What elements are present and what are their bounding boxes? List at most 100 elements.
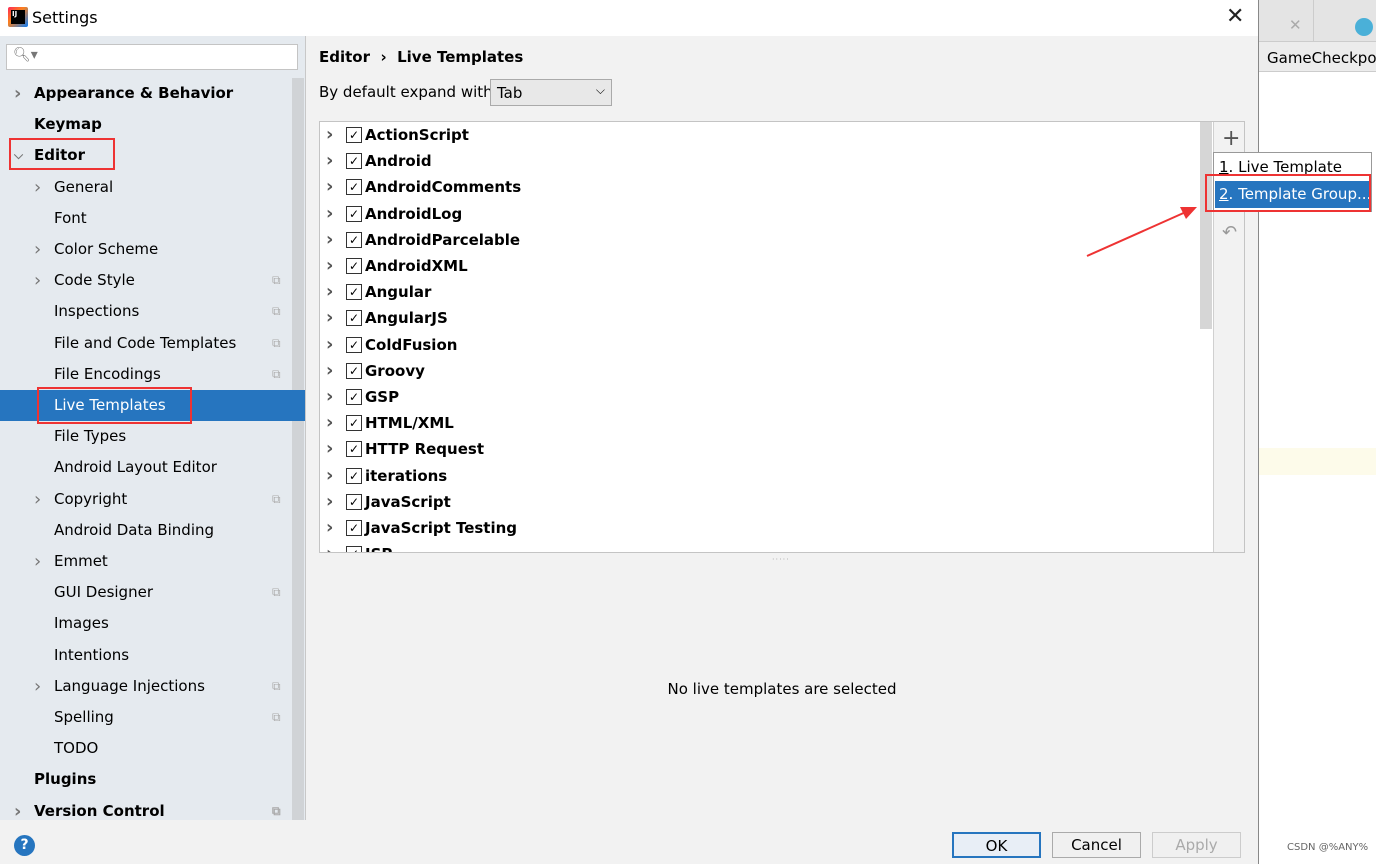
chevron-right-icon[interactable]: ›	[326, 227, 333, 253]
checkbox[interactable]: ✓	[346, 415, 362, 432]
sidebar-item[interactable]: › General	[0, 172, 292, 203]
template-group-label: AndroidXML	[365, 257, 468, 275]
checkbox[interactable]: ✓	[346, 310, 362, 327]
project-scope-icon: ⧉	[272, 335, 281, 350]
project-scope-icon: ⧉	[272, 273, 281, 288]
background-tab-bar: ✕	[1259, 0, 1376, 42]
checkbox[interactable]: ✓	[346, 258, 362, 274]
checkbox[interactable]: ✓	[346, 362, 362, 379]
chevron-right-icon[interactable]: ›	[326, 174, 333, 200]
search-input[interactable]: 🔍︎▾	[6, 44, 298, 70]
checkbox[interactable]: ✓	[346, 153, 362, 170]
sidebar-item[interactable]: Android Layout Editor	[0, 452, 292, 483]
sidebar-item[interactable]: Font	[0, 203, 292, 234]
sidebar-item-label: File and Code Templates	[54, 333, 237, 352]
checkbox[interactable]: ✓	[346, 336, 362, 353]
sidebar-item[interactable]: Spelling ⧉	[0, 702, 292, 733]
sidebar-item[interactable]: File and Code Templates ⧉	[0, 328, 292, 359]
template-group-label: iterations	[365, 466, 448, 485]
sidebar-item[interactable]: GUI Designer ⧉	[0, 577, 292, 608]
project-scope-icon: ⧉	[272, 366, 281, 381]
sidebar-item[interactable]: Inspections ⧉	[0, 296, 292, 327]
checkbox[interactable]: ✓	[346, 546, 362, 552]
template-group-label: JavaScript	[365, 492, 451, 511]
ok-button[interactable]: OK	[952, 832, 1041, 858]
checkbox[interactable]: ✓	[346, 179, 362, 196]
checkbox[interactable]: ✓	[346, 127, 362, 143]
sidebar-item[interactable]: TODO	[0, 733, 292, 764]
sidebar-item-label: File Types	[54, 427, 127, 446]
sidebar-item[interactable]: › Appearance & Behavior	[0, 78, 292, 109]
close-icon[interactable]: ✕	[1226, 4, 1244, 29]
sidebar-item-label: Inspections	[54, 302, 140, 321]
chevron-right-icon[interactable]: ›	[34, 172, 41, 203]
apply-button[interactable]: Apply	[1152, 832, 1241, 858]
checkbox[interactable]: ✓	[346, 205, 362, 222]
chevron-right-icon[interactable]: ›	[34, 671, 41, 702]
watermark: CSDN @%ANY%	[1287, 842, 1369, 853]
chevron-right-icon[interactable]: ›	[326, 305, 333, 331]
sidebar-item[interactable]: Plugins	[0, 764, 292, 795]
chevron-right-icon[interactable]: ›	[34, 265, 41, 296]
chevron-right-icon[interactable]: ›	[326, 279, 333, 305]
annotation-arrow	[1086, 207, 1197, 257]
checkbox[interactable]: ✓	[346, 493, 362, 510]
chevron-right-icon[interactable]: ›	[326, 332, 333, 358]
template-group-label: JavaScript Testing	[365, 519, 518, 537]
project-scope-icon: ⧉	[272, 491, 281, 506]
expand-select[interactable]: Tab ⌵	[490, 79, 612, 106]
checkbox[interactable]: ✓	[346, 231, 362, 248]
sidebar-item[interactable]: › Copyright ⧉	[0, 484, 292, 515]
chevron-right-icon[interactable]: ›	[326, 122, 333, 148]
splitter-handle[interactable]: ·····	[772, 555, 790, 564]
intellij-logo-icon: IJ	[8, 7, 28, 27]
chevron-right-icon[interactable]: ›	[326, 201, 333, 227]
chevron-right-icon[interactable]: ›	[34, 234, 41, 265]
sidebar-item[interactable]: Images	[0, 608, 292, 639]
sidebar-item[interactable]: › Language Injections ⧉	[0, 671, 292, 702]
sidebar-item[interactable]: Android Data Binding	[0, 515, 292, 546]
dialog-footer: ? OK Cancel Apply	[0, 820, 1258, 864]
sidebar-item-label: Keymap	[34, 115, 102, 134]
sidebar-scrollbar[interactable]	[292, 78, 304, 820]
cancel-button[interactable]: Cancel	[1052, 832, 1141, 858]
annotation-box-live-templates	[37, 387, 192, 424]
chevron-right-icon[interactable]: ›	[34, 484, 41, 515]
checkbox[interactable]: ✓	[346, 520, 362, 536]
live-templates-panel: Editor › Live Templates By default expan…	[306, 36, 1258, 820]
plus-icon[interactable]: +	[1222, 126, 1240, 151]
project-scope-icon: ⧉	[272, 710, 281, 724]
chevron-right-icon[interactable]: ›	[14, 78, 21, 109]
sidebar-item[interactable]: › Emmet	[0, 546, 292, 577]
chevron-right-icon[interactable]: ›	[326, 515, 333, 541]
chevron-right-icon[interactable]: ›	[326, 436, 333, 462]
sidebar-item[interactable]: File Encodings ⧉	[0, 359, 292, 390]
chevron-right-icon[interactable]: ›	[34, 546, 41, 577]
title-bar: IJ Settings ✕	[0, 0, 1258, 36]
sidebar-item-label: Color Scheme	[54, 240, 159, 258]
undo-icon[interactable]: ↶	[1222, 222, 1237, 243]
sidebar-item[interactable]: › Color Scheme	[0, 234, 292, 265]
sidebar-item[interactable]: Keymap	[0, 109, 292, 140]
chevron-right-icon[interactable]: ›	[326, 489, 333, 515]
empty-message: No live templates are selected	[667, 680, 897, 698]
sidebar-item[interactable]: Intentions	[0, 640, 292, 671]
checkbox[interactable]: ✓	[346, 467, 362, 484]
sidebar-item[interactable]: File Types	[0, 421, 292, 452]
chevron-right-icon[interactable]: ›	[326, 463, 333, 489]
chevron-right-icon[interactable]: ›	[326, 410, 333, 436]
checkbox[interactable]: ✓	[346, 389, 362, 405]
checkbox[interactable]: ✓	[346, 284, 362, 301]
chevron-right-icon[interactable]: ›	[326, 253, 333, 279]
template-group-list[interactable]: › ✓ ActionScript › ✓ Android › ✓ AndroidComments…	[319, 121, 1245, 553]
annotation-box-template-group	[1205, 174, 1371, 212]
help-button[interactable]: ?	[14, 835, 35, 856]
chevron-right-icon[interactable]: ›	[326, 358, 333, 384]
chevron-right-icon[interactable]: ›	[326, 148, 333, 174]
project-scope-icon: ⧉	[272, 585, 281, 600]
sidebar-item[interactable]: › Code Style ⧉	[0, 265, 292, 296]
checkbox[interactable]: ✓	[346, 441, 362, 458]
chevron-right-icon[interactable]: ›	[326, 384, 333, 410]
sidebar-item-label: GUI Designer	[54, 583, 153, 602]
chevron-right-icon[interactable]: ›	[326, 541, 333, 552]
